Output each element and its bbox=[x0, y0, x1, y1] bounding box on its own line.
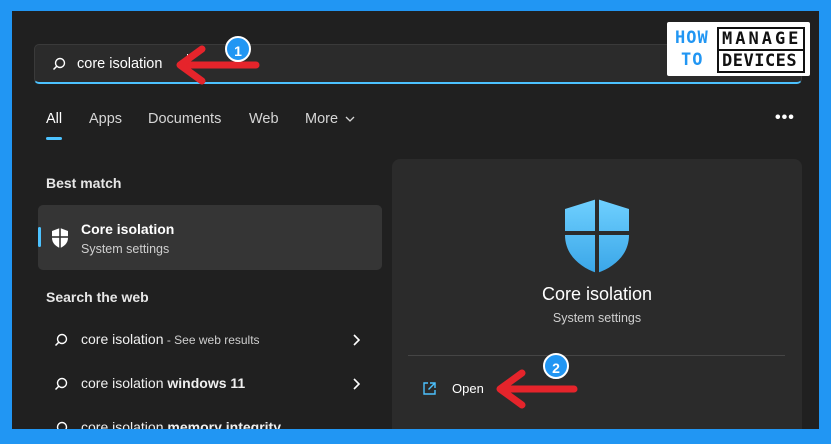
web-result-text: core isolation - See web results bbox=[81, 331, 260, 347]
tab-apps[interactable]: Apps bbox=[89, 111, 122, 127]
search-icon bbox=[54, 377, 68, 391]
chevron-right-icon bbox=[353, 334, 360, 346]
shield-icon bbox=[52, 228, 68, 248]
search-icon bbox=[56, 421, 68, 429]
tab-more-label: More bbox=[305, 111, 339, 127]
more-options-button[interactable]: ••• bbox=[775, 109, 795, 127]
best-match-heading: Best match bbox=[46, 175, 122, 191]
search-icon bbox=[54, 333, 68, 347]
divider bbox=[408, 355, 785, 356]
annotation-badge-2: 2 bbox=[543, 353, 569, 379]
detail-subtitle: System settings bbox=[552, 311, 642, 325]
search-icon bbox=[52, 57, 66, 71]
web-result-query: core isolation bbox=[81, 331, 164, 347]
detail-title: Core isolation bbox=[541, 284, 653, 304]
best-match-title: Core isolation bbox=[81, 221, 175, 237]
web-result-query: core isolation bbox=[81, 419, 168, 429]
start-search-panel: HOW TO MANAGE DEVICES All Apps Documents… bbox=[12, 11, 819, 429]
open-label: Open bbox=[452, 381, 484, 396]
shield-icon bbox=[565, 199, 629, 273]
active-tab-indicator bbox=[46, 137, 62, 140]
web-result-hint: - See web results bbox=[163, 333, 260, 347]
tab-documents[interactable]: Documents bbox=[148, 111, 221, 127]
best-match-subtitle: System settings bbox=[81, 242, 170, 256]
web-result[interactable]: core isolation windows 11 bbox=[38, 364, 382, 404]
web-result[interactable]: core isolation memory integrity bbox=[38, 408, 382, 429]
web-result-query: core isolation bbox=[81, 375, 168, 391]
logo-how: HOW bbox=[675, 28, 709, 48]
logo-to: TO bbox=[681, 50, 704, 70]
result-detail-pane: Core isolation System settings Open bbox=[392, 159, 802, 429]
tab-all[interactable]: All bbox=[46, 111, 62, 127]
howtomanagedevices-logo: HOW TO MANAGE DEVICES bbox=[667, 22, 810, 76]
tab-more[interactable]: More bbox=[305, 111, 355, 127]
logo-devices: DEVICES bbox=[717, 49, 805, 73]
selection-indicator bbox=[38, 227, 41, 247]
web-result-text: core isolation memory integrity bbox=[81, 419, 281, 429]
logo-manage: MANAGE bbox=[717, 27, 805, 51]
best-match-result[interactable]: Core isolation System settings bbox=[38, 205, 382, 270]
tab-web[interactable]: Web bbox=[249, 111, 279, 127]
web-result-text: core isolation windows 11 bbox=[81, 375, 245, 391]
chevron-right-icon bbox=[353, 378, 360, 390]
search-web-heading: Search the web bbox=[46, 289, 149, 305]
chevron-down-icon bbox=[345, 116, 355, 123]
web-result[interactable]: core isolation - See web results bbox=[38, 320, 382, 360]
annotation-badge-1: 1 bbox=[225, 36, 251, 62]
open-external-icon bbox=[423, 382, 436, 395]
web-result-query-bold: windows 11 bbox=[167, 375, 246, 391]
web-result-query-bold: memory integrity bbox=[167, 419, 281, 429]
